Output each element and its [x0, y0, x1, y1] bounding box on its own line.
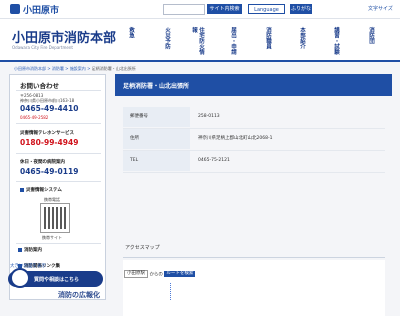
clinic-phone[interactable]: 0465-49-0119: [20, 167, 78, 176]
breadcrumb-link[interactable]: 施設案内: [70, 66, 86, 71]
nav-item[interactable]: 消防職員: [253, 27, 271, 49]
site-search-button[interactable]: サイト内検索: [207, 4, 242, 14]
link-label[interactable]: 消防案内: [24, 248, 42, 253]
table-key: 住所: [123, 129, 190, 149]
fax-number: 0465-49-2582: [20, 115, 49, 120]
chat-background-text: 消防の広報化: [58, 291, 100, 299]
divider: [16, 243, 101, 244]
table-key: 郵便番号: [123, 107, 190, 127]
disaster-phone[interactable]: 0180-99-4949: [20, 138, 78, 147]
disaster-info-label: 災害情報テレホンサービス: [20, 131, 74, 136]
page-heading-bar: 足柄消防署・山北出張所: [115, 74, 392, 96]
table-row: 住所 神奈川県足柄上郡山北町山北2068-1: [123, 129, 385, 151]
site-subtitle: Odawara City Fire Department: [12, 45, 73, 50]
sidebar-title: お問い合わせ: [20, 82, 59, 90]
top-bar: 小田原市 サイト内検索 Language ふりがな 文字サイズ: [0, 0, 400, 19]
nav-item[interactable]: 火災予防: [152, 27, 170, 49]
nav-item[interactable]: 消防団: [356, 27, 374, 44]
page-title: 足柄消防署・山北出張所: [123, 83, 190, 90]
table-value: 258-0113: [198, 114, 220, 119]
route-mid-label: からの: [149, 272, 163, 278]
nav-item[interactable]: 救急: [116, 27, 134, 38]
table-value: 神奈川県足柄上郡山北町山北2068-1: [198, 136, 273, 141]
divider: [16, 153, 101, 154]
divider: [16, 90, 101, 91]
breadcrumb-link[interactable]: 消防署: [52, 66, 64, 71]
divider: [16, 123, 101, 124]
qr-code: [40, 203, 70, 233]
clinic-label: 休日・夜間の病院案内: [20, 160, 65, 165]
site-header: 小田原市消防本部 Odawara City Fire Department › …: [0, 19, 400, 62]
route-search-row: 小田原駅 からの ルートを検索: [124, 270, 196, 278]
table-row: 郵便番号 258-0113: [123, 107, 385, 129]
qr-pattern: [44, 207, 66, 229]
map-route-line: [170, 283, 175, 300]
tel-number[interactable]: 0465-49-4410: [20, 104, 78, 113]
font-size-label[interactable]: 文字サイズ: [368, 5, 393, 12]
mail-system-link[interactable]: 災害情報システム: [26, 188, 62, 193]
breadcrumb-link[interactable]: 小田原市消防本部: [14, 66, 46, 71]
chat-widget[interactable]: 質問や相談はこちら: [8, 268, 103, 288]
info-table: 郵便番号 258-0113 住所 神奈川県足柄上郡山北町山北2068-1 TEL…: [123, 107, 385, 173]
nav-item[interactable]: 届出・申請: [218, 27, 236, 55]
city-logo-text[interactable]: 小田原市: [23, 3, 59, 16]
route-from-input[interactable]: 小田原駅: [124, 270, 148, 278]
chat-label[interactable]: 質問や相談はこちら: [34, 276, 79, 283]
breadcrumb: 小田原市消防本部 > 消防署 > 施設案内 > 足柄消防署・山北出張所: [14, 66, 136, 71]
nav-item[interactable]: 本部紹介: [287, 27, 305, 49]
table-value: 0465-75-2121: [198, 158, 230, 163]
link-fire-guide[interactable]: 消防案内: [18, 247, 42, 253]
nav-item[interactable]: 住宅防火情報: [186, 27, 204, 59]
breadcrumb-current: 足柄消防署・山北出張所: [91, 66, 136, 71]
city-logo-icon: [10, 4, 20, 14]
table-row: TEL 0465-75-2121: [123, 151, 385, 173]
map-embed[interactable]: [123, 260, 385, 316]
qr-caption-2: 携帯サイト: [42, 235, 62, 240]
route-search-button[interactable]: ルートを検索: [164, 271, 196, 277]
global-nav: 救急 火災予防 住宅防火情報 届出・申請 消防職員 本部紹介 講習・試験 消防団: [106, 21, 400, 59]
mail-system-label[interactable]: 災害情報システム: [20, 187, 62, 193]
furigana-button[interactable]: ふりがな: [290, 4, 312, 14]
square-bullet-icon: [18, 247, 22, 252]
language-button[interactable]: Language: [248, 4, 285, 14]
divider: [16, 181, 101, 182]
square-bullet-icon: [20, 187, 24, 192]
search-input[interactable]: [163, 4, 205, 15]
chat-mascot-icon: [10, 268, 30, 288]
table-key: TEL: [123, 151, 190, 171]
nav-item[interactable]: 講習・試験: [321, 27, 339, 55]
main-content: 足柄消防署・山北出張所 郵便番号 258-0113 住所 神奈川県足柄上郡山北町…: [115, 74, 392, 316]
access-map-heading: アクセスマップ: [123, 244, 385, 258]
nav-arrow-icon: ›: [100, 31, 103, 39]
